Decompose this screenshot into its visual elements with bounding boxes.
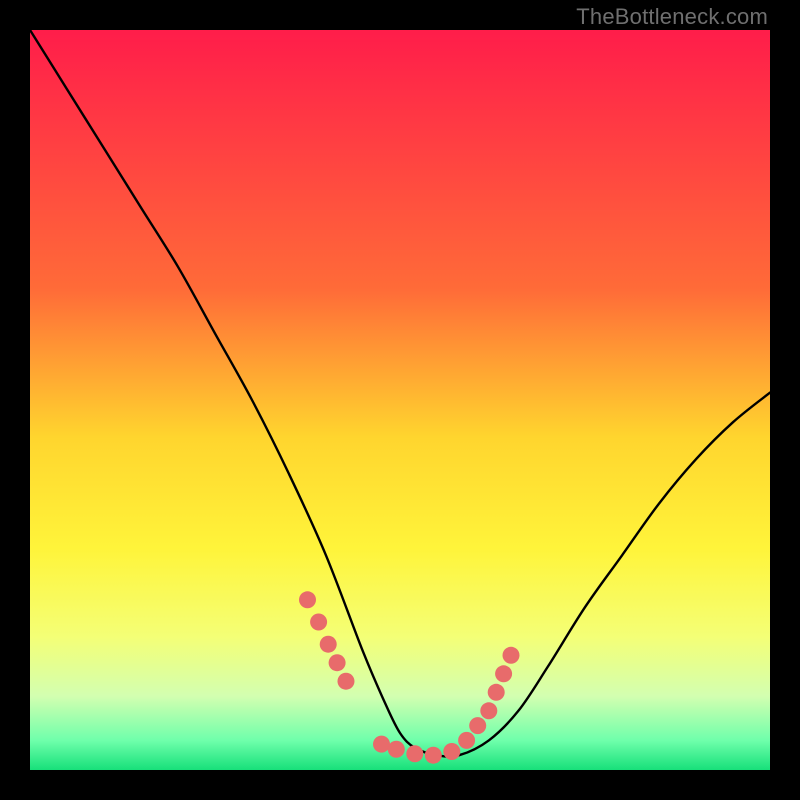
chart-frame xyxy=(30,30,770,770)
highlight-dot xyxy=(495,665,512,682)
highlight-dot xyxy=(425,747,442,764)
watermark-text: TheBottleneck.com xyxy=(576,4,768,30)
highlight-dot xyxy=(406,745,423,762)
highlight-dot xyxy=(299,591,316,608)
highlight-dot xyxy=(373,736,390,753)
gradient-background xyxy=(30,30,770,770)
highlight-dot xyxy=(329,654,346,671)
highlight-dot xyxy=(443,743,460,760)
highlight-dot xyxy=(320,636,337,653)
highlight-dot xyxy=(469,717,486,734)
highlight-dot xyxy=(488,684,505,701)
highlight-dot xyxy=(458,732,475,749)
highlight-dot xyxy=(480,702,497,719)
highlight-dot xyxy=(503,647,520,664)
bottleneck-chart xyxy=(30,30,770,770)
highlight-dot xyxy=(337,673,354,690)
highlight-dot xyxy=(388,741,405,758)
highlight-dot xyxy=(310,614,327,631)
